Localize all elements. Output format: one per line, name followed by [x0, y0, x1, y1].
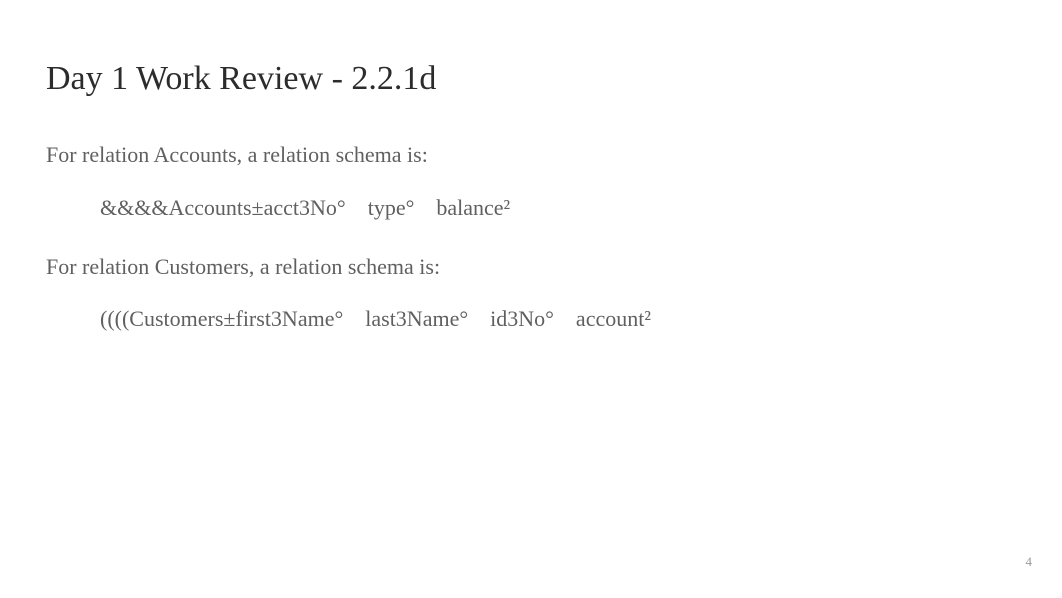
slide-title: Day 1 Work Review - 2.2.1d	[46, 60, 1016, 98]
slide-body: For relation Accounts, a relation schema…	[46, 140, 1016, 335]
schema-accounts: &&&&Accounts±acct3No° type° balance²	[46, 193, 1016, 224]
slide-content: Day 1 Work Review - 2.2.1d For relation …	[0, 0, 1062, 335]
intro-accounts: For relation Accounts, a relation schema…	[46, 140, 1016, 171]
page-number: 4	[1026, 554, 1033, 570]
intro-customers: For relation Customers, a relation schem…	[46, 252, 1016, 283]
schema-customers: ((((Customers±first3Name° last3Name° id3…	[46, 304, 1016, 335]
